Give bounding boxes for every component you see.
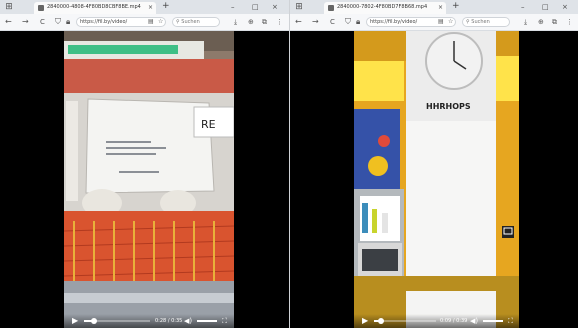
video-frame: HHRHOPS bbox=[354, 31, 519, 328]
shield-icon: ⛉ bbox=[55, 17, 61, 26]
minimize-button[interactable]: – bbox=[521, 1, 525, 13]
back-button[interactable]: ← bbox=[5, 16, 12, 28]
reload-button[interactable]: C bbox=[40, 16, 45, 28]
video-controls: ▶ 0:09 / 0:39 ◀) ⛶ bbox=[354, 314, 519, 328]
new-tab-button[interactable]: + bbox=[162, 1, 170, 12]
right-browser-window: ⊞ 2840000-7802-4F80BD7F8B68.mp4 × + – □ … bbox=[289, 0, 578, 328]
video-frame: RE bbox=[64, 31, 234, 328]
favicon-icon bbox=[328, 5, 334, 11]
paper-label: RE bbox=[201, 118, 216, 131]
volume-slider[interactable] bbox=[197, 320, 217, 322]
menu-icon[interactable]: ⋮ bbox=[276, 16, 283, 28]
volume-icon[interactable]: ◀) bbox=[470, 316, 478, 326]
shield-icon: ⛉ bbox=[345, 17, 351, 26]
search-icon: ⚲ bbox=[176, 19, 180, 25]
search-icon: ⚲ bbox=[466, 19, 470, 25]
fullscreen-icon[interactable]: ⛶ bbox=[508, 316, 513, 326]
extensions-icon[interactable]: ⧉ bbox=[552, 16, 557, 28]
time-display: 0:28 / 0:35 bbox=[155, 318, 183, 324]
progress-bar[interactable] bbox=[84, 318, 150, 324]
account-icon[interactable]: ⊕ bbox=[248, 16, 254, 28]
tab-actions-icon[interactable]: ⊞ bbox=[4, 2, 14, 12]
minimize-button[interactable]: – bbox=[231, 1, 235, 13]
forward-button[interactable]: → bbox=[312, 16, 319, 28]
volume-slider[interactable] bbox=[483, 320, 503, 322]
bookmark-icon[interactable]: ☆ bbox=[158, 16, 163, 28]
back-button[interactable]: ← bbox=[295, 16, 302, 28]
reader-view-icon[interactable]: ▤ bbox=[438, 16, 444, 28]
close-window-button[interactable]: × bbox=[562, 1, 568, 13]
left-browser-window: ⊞ 2840000-4808-4F80BD8CBF8BE.mp4 × + – □… bbox=[0, 0, 289, 328]
forward-button[interactable]: → bbox=[22, 16, 29, 28]
address-text: https://fil.by/video/ bbox=[80, 19, 128, 25]
close-window-button[interactable]: × bbox=[272, 1, 278, 13]
toolbar: ← → C ⛉ 🔒︎ https://fil.by/video/ ▤ ☆ ⚲ S… bbox=[0, 14, 289, 31]
progress-handle[interactable] bbox=[378, 318, 385, 324]
close-tab-icon[interactable]: × bbox=[438, 3, 443, 12]
maximize-button[interactable]: □ bbox=[252, 1, 259, 13]
downloads-icon[interactable]: ⤓ bbox=[234, 16, 237, 28]
favicon-icon bbox=[38, 5, 44, 11]
account-icon[interactable]: ⊕ bbox=[538, 16, 544, 28]
video-player[interactable]: RE bbox=[64, 31, 234, 328]
reload-button[interactable]: C bbox=[330, 16, 335, 28]
menu-icon[interactable]: ⋮ bbox=[566, 16, 573, 28]
volume-icon[interactable]: ◀) bbox=[184, 316, 192, 326]
video-controls: ▶ 0:28 / 0:35 ◀) ⛶ bbox=[64, 314, 234, 328]
reader-view-icon[interactable]: ▤ bbox=[148, 16, 154, 28]
address-text: https://fil.by/video/ bbox=[370, 19, 418, 25]
new-tab-button[interactable]: + bbox=[452, 1, 460, 12]
time-display: 0:09 / 0:39 bbox=[440, 318, 468, 324]
progress-handle[interactable] bbox=[90, 318, 97, 324]
play-button[interactable]: ▶ bbox=[362, 316, 368, 326]
toolbar: ← → C ⛉ 🔒︎ https://fil.by/video/ ▤ ☆ ⚲ S… bbox=[290, 14, 578, 31]
tab-title: 2840000-7802-4F80BD7F8B68.mp4 bbox=[337, 4, 428, 10]
clock-label: HHRHOPS bbox=[426, 102, 471, 111]
search-field[interactable]: ⚲ Suchen bbox=[172, 17, 220, 27]
bookmark-icon[interactable]: ☆ bbox=[448, 16, 453, 28]
search-placeholder: Suchen bbox=[181, 19, 200, 25]
progress-bar[interactable] bbox=[374, 318, 436, 324]
lock-icon: 🔒︎ bbox=[66, 17, 71, 26]
browser-tab[interactable]: 2840000-7802-4F80BD7F8B68.mp4 × bbox=[324, 2, 446, 14]
extensions-icon[interactable]: ⧉ bbox=[262, 16, 267, 28]
maximize-button[interactable]: □ bbox=[542, 1, 549, 13]
video-player[interactable]: HHRHOPS bbox=[354, 31, 519, 328]
downloads-icon[interactable]: ⤓ bbox=[524, 16, 527, 28]
tab-title: 2840000-4808-4F80BD8CBF8BE.mp4 bbox=[47, 4, 141, 10]
search-field[interactable]: ⚲ Suchen bbox=[462, 17, 510, 27]
tab-strip: ⊞ 2840000-7802-4F80BD7F8B68.mp4 × + – □ … bbox=[290, 0, 578, 14]
search-placeholder: Suchen bbox=[471, 19, 490, 25]
fullscreen-icon[interactable]: ⛶ bbox=[222, 316, 227, 326]
play-button[interactable]: ▶ bbox=[72, 316, 78, 326]
lock-icon: 🔒︎ bbox=[356, 17, 361, 26]
close-tab-icon[interactable]: × bbox=[148, 3, 153, 12]
tab-strip: ⊞ 2840000-4808-4F80BD8CBF8BE.mp4 × + – □… bbox=[0, 0, 289, 14]
tab-actions-icon[interactable]: ⊞ bbox=[294, 2, 304, 12]
browser-tab[interactable]: 2840000-4808-4F80BD8CBF8BE.mp4 × bbox=[34, 2, 156, 14]
